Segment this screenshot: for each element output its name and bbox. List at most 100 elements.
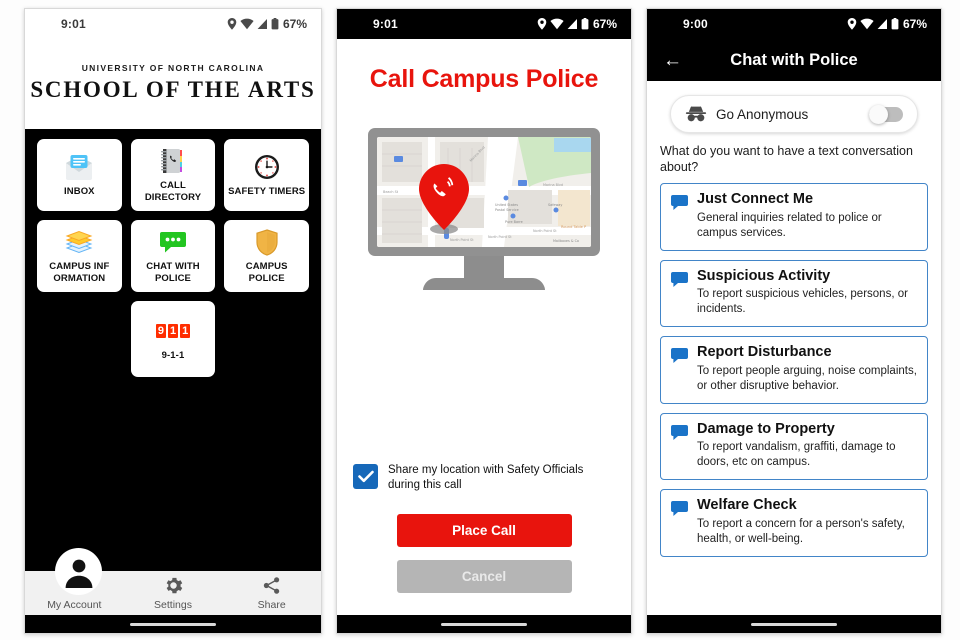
status-time: 9:00 bbox=[683, 17, 708, 31]
person-icon bbox=[65, 559, 92, 588]
bottom-nav: My Account Settings Share bbox=[25, 548, 321, 615]
chat-bubble-icon bbox=[159, 228, 187, 256]
tile-safety-timers[interactable]: SAFETY TIMERS bbox=[224, 139, 309, 211]
home-tile-area: INBOX CALL DIRECTORY SAFETY TIMERS CAMPU… bbox=[25, 129, 321, 571]
tile-chat-with-police[interactable]: CHAT WITH POLICE bbox=[130, 220, 216, 292]
tile-inbox[interactable]: INBOX bbox=[37, 139, 122, 211]
battery-percent: 67% bbox=[902, 17, 927, 31]
battery-icon bbox=[581, 18, 589, 30]
checkbox-checked-icon[interactable] bbox=[353, 464, 378, 490]
page-title: Call Campus Police bbox=[369, 65, 599, 93]
status-time: 9:01 bbox=[373, 17, 398, 31]
digit-1b: 1 bbox=[180, 323, 191, 338]
tile-call-directory[interactable]: CALL DIRECTORY bbox=[130, 139, 216, 211]
share-location-checkbox-row[interactable]: Share my location with Safety Officials … bbox=[353, 463, 615, 493]
chat-bubble-icon bbox=[671, 424, 688, 445]
topic-title: Suspicious Activity bbox=[697, 267, 831, 284]
gear-icon bbox=[166, 577, 182, 593]
status-icons: 67% bbox=[227, 17, 307, 31]
emergency-row: 9 1 1 9-1-1 bbox=[37, 301, 309, 377]
cell-signal-icon bbox=[877, 19, 887, 29]
go-anonymous-toggle[interactable] bbox=[869, 104, 903, 124]
prompt-text: What do you want to have a text conversa… bbox=[660, 144, 913, 174]
topic-title: Report Disturbance bbox=[697, 344, 832, 361]
topic-title: Damage to Property bbox=[697, 420, 835, 437]
gesture-bar bbox=[337, 615, 631, 633]
phone-screen-home: 9:01 67% UNIVERSITY OF NORTH CAROLINA SC… bbox=[24, 8, 322, 634]
tile-label: CAMPUS POLICE bbox=[245, 261, 288, 284]
place-call-button[interactable]: Place Call bbox=[396, 514, 572, 547]
topic-card-welfare-check[interactable]: Welfare Check To report a concern for a … bbox=[660, 489, 928, 557]
chat-topics-body: Go Anonymous What do you want to have a … bbox=[647, 81, 941, 615]
go-anonymous-label: Go Anonymous bbox=[716, 106, 809, 122]
phone-book-icon bbox=[159, 147, 187, 175]
call-screen-body: Call Campus Police Marina Blvd Marina Bl… bbox=[337, 39, 631, 615]
battery-percent: 67% bbox=[592, 17, 617, 31]
topic-card-just-connect-me[interactable]: Just Connect Me General inquiries relate… bbox=[660, 183, 928, 251]
svg-text:North Point St: North Point St bbox=[533, 229, 557, 233]
tile-911[interactable]: 9 1 1 9-1-1 bbox=[130, 301, 216, 377]
tile-label: CAMPUS INF ORMATION bbox=[49, 261, 110, 284]
location-pin-icon bbox=[227, 18, 237, 30]
logo-line-university: UNIVERSITY OF NORTH CAROLINA bbox=[81, 63, 265, 73]
location-pin-icon bbox=[537, 18, 547, 30]
tile-grid: INBOX CALL DIRECTORY SAFETY TIMERS CAMPU… bbox=[37, 139, 309, 292]
cancel-button[interactable]: Cancel bbox=[396, 560, 572, 593]
inbox-envelope-icon bbox=[64, 153, 94, 181]
topic-desc: To report vandalism, graffiti, damage to… bbox=[697, 441, 896, 469]
clock-icon bbox=[254, 153, 280, 181]
topic-card-list: Just Connect Me General inquiries relate… bbox=[660, 183, 928, 615]
page-title: Chat with Police bbox=[730, 50, 858, 69]
tile-label: INBOX bbox=[64, 185, 95, 197]
logo-line-school: SCHOOL OF THE ARTS bbox=[30, 77, 316, 102]
go-anonymous-row[interactable]: Go Anonymous bbox=[670, 95, 918, 133]
svg-text:Beach St: Beach St bbox=[383, 190, 399, 194]
svg-text:Round Table P: Round Table P bbox=[561, 225, 587, 229]
topic-desc: To report suspicious vehicles, persons, … bbox=[697, 288, 908, 316]
svg-text:United States: United States bbox=[495, 203, 518, 207]
battery-icon bbox=[891, 18, 899, 30]
location-pin-icon bbox=[847, 18, 857, 30]
svg-text:North Point St: North Point St bbox=[488, 235, 512, 239]
shield-icon bbox=[255, 228, 279, 256]
status-bar: 9:01 67% bbox=[337, 9, 631, 39]
chat-bubble-icon bbox=[671, 195, 688, 215]
nav-item-settings[interactable]: Settings bbox=[124, 566, 223, 615]
nav-label: My Account bbox=[47, 598, 102, 611]
school-logo: UNIVERSITY OF NORTH CAROLINA SCHOOL OF T… bbox=[25, 39, 321, 129]
wifi-icon bbox=[860, 18, 874, 30]
digit-9: 9 bbox=[155, 323, 166, 338]
svg-text:North Point St: North Point St bbox=[450, 238, 474, 242]
topic-card-report-disturbance[interactable]: Report Disturbance To report people argu… bbox=[660, 336, 928, 404]
chat-bubble-icon bbox=[671, 501, 688, 521]
status-bar: 9:01 67% bbox=[25, 9, 321, 39]
topic-card-suspicious-activity[interactable]: Suspicious Activity To report suspicious… bbox=[660, 259, 928, 328]
wifi-icon bbox=[550, 18, 564, 30]
cell-signal-icon bbox=[257, 19, 267, 29]
svg-text:Marina Blvd: Marina Blvd bbox=[543, 183, 563, 187]
monitor-map-illustration: Marina Blvd Marina Blvd Beach St Beach S… bbox=[368, 128, 600, 305]
topic-card-damage-to-property[interactable]: Damage to Property To report vandalism, … bbox=[660, 412, 928, 481]
digit-1a: 1 bbox=[167, 323, 179, 338]
status-icons: 67% bbox=[847, 17, 927, 31]
svg-text:Mailboxes & Co: Mailboxes & Co bbox=[553, 239, 579, 243]
gesture-bar bbox=[25, 615, 321, 633]
screenshot-stage: 9:01 67% UNIVERSITY OF NORTH CAROLINA SC… bbox=[0, 0, 960, 640]
tile-campus-information[interactable]: CAMPUS INF ORMATION bbox=[37, 220, 122, 292]
nav-label: Settings bbox=[154, 598, 192, 611]
tile-campus-police[interactable]: CAMPUS POLICE bbox=[224, 220, 309, 292]
avatar[interactable] bbox=[55, 548, 102, 595]
nav-label: Share bbox=[257, 598, 286, 611]
chat-bubble-icon bbox=[671, 271, 688, 292]
topic-desc: To report people arguing, noise complain… bbox=[697, 364, 917, 392]
status-time: 9:01 bbox=[61, 17, 86, 31]
phone-screen-chat-with-police: 9:00 67% ← Chat with Police Go Anonymous… bbox=[646, 8, 942, 634]
battery-icon bbox=[271, 18, 279, 30]
phone-screen-call-campus-police: 9:01 67% Call Campus Police Marina Blvd … bbox=[336, 8, 632, 634]
back-arrow-icon[interactable]: ← bbox=[663, 51, 682, 70]
books-icon bbox=[64, 228, 94, 256]
svg-text:Safeway: Safeway bbox=[548, 203, 562, 207]
svg-text:Postal Service: Postal Service bbox=[495, 208, 519, 212]
nav-item-share[interactable]: Share bbox=[222, 566, 321, 615]
status-icons: 67% bbox=[537, 17, 617, 31]
